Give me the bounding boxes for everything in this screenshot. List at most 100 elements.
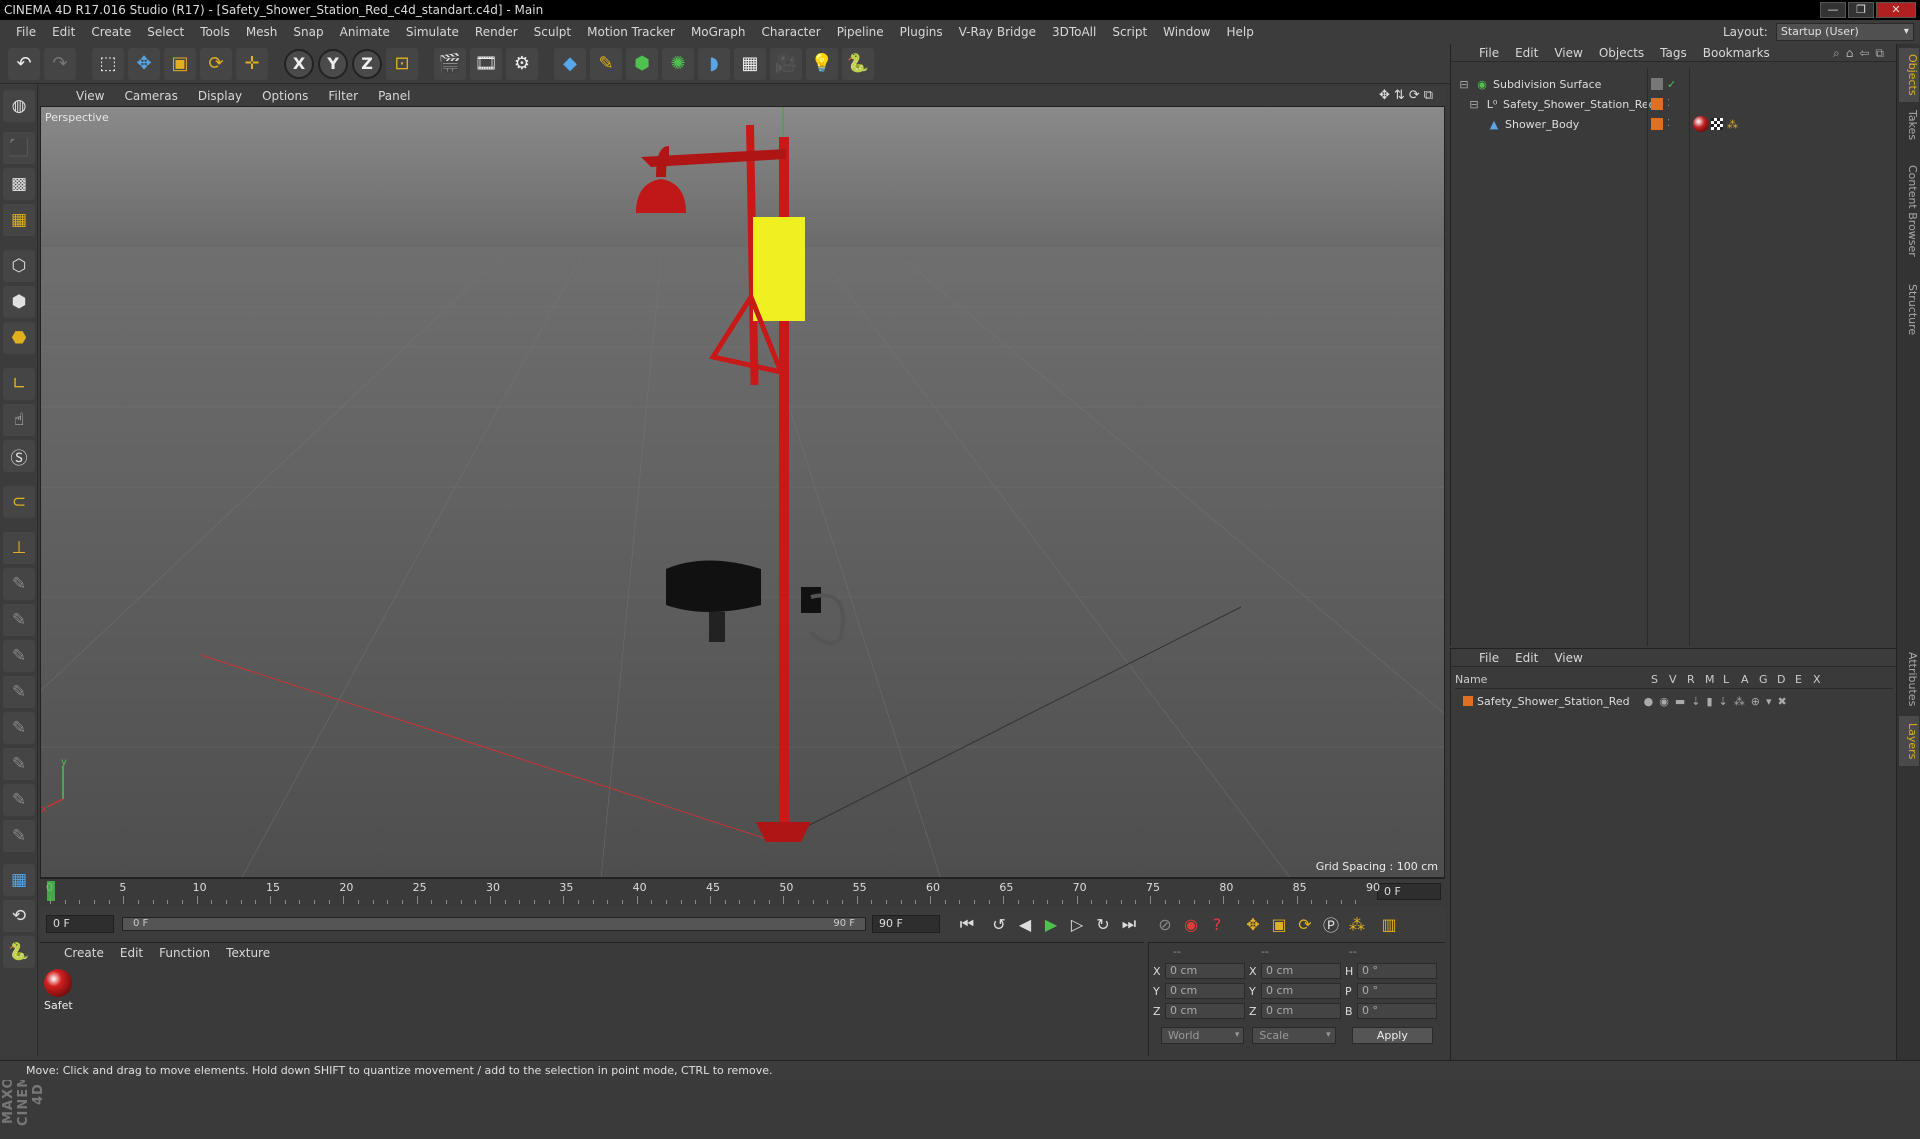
sculpt-brush-1-icon[interactable]: ✎ (3, 568, 35, 600)
size-x-field[interactable]: 0 cm (1261, 963, 1341, 979)
record-position-icon[interactable]: ✥ (1240, 911, 1266, 937)
edges-mode-icon[interactable]: ⬢ (3, 286, 35, 318)
menu-simulate[interactable]: Simulate (398, 25, 467, 39)
eyewash-bowl[interactable] (666, 560, 761, 613)
go-to-next-key-icon[interactable]: ↻ (1090, 911, 1116, 937)
sculpt-brush-2-icon[interactable]: ✎ (3, 604, 35, 636)
layers-menu-edit[interactable]: Edit (1507, 651, 1546, 665)
make-editable-icon[interactable]: ◍ (3, 90, 35, 122)
material-name[interactable]: Safet (44, 999, 73, 1012)
transform-tool-icon[interactable]: ✛ (236, 47, 268, 80)
menu-help[interactable]: Help (1218, 25, 1261, 39)
layer-header-deformers[interactable]: D (1777, 673, 1795, 688)
record-point-level-icon[interactable]: ⁂ (1344, 911, 1370, 937)
live-selection-icon[interactable]: ⬚ (92, 47, 124, 80)
object-row-safety-shower-station-red[interactable]: ⊟ L⁰ Safety_Shower_Station_Red (1467, 94, 1655, 114)
phong-tag-icon[interactable]: ⁂ (1727, 118, 1739, 131)
autokeying-icon[interactable]: ◉ (1178, 911, 1204, 937)
layer-toggle-icons[interactable]: ●◉▬⇣▮⇣⁂⊕▾✖ (1644, 695, 1793, 708)
menu-animate[interactable]: Animate (332, 25, 398, 39)
polygons-mode-icon[interactable]: ⬣ (3, 322, 35, 354)
menu-plugins[interactable]: Plugins (892, 25, 951, 39)
enabled-check-icon[interactable]: ✓ (1667, 78, 1679, 91)
layers-menu-view[interactable]: View (1546, 651, 1590, 665)
python-script-icon[interactable]: 🐍 (3, 936, 35, 968)
go-to-next-frame-icon[interactable]: ▷ (1064, 911, 1090, 937)
object-manager-search-icons[interactable]: ⌕⌂⇦⧉ (1833, 46, 1890, 61)
menu-vray-bridge[interactable]: V-Ray Bridge (951, 25, 1044, 39)
menu-mesh[interactable]: Mesh (238, 25, 286, 39)
deformer-icon[interactable]: ◗ (698, 47, 730, 80)
tab-objects[interactable]: Objects (1899, 48, 1919, 102)
go-to-previous-key-icon[interactable]: ↺ (986, 911, 1012, 937)
tab-takes[interactable]: Takes (1899, 104, 1919, 144)
menu-create[interactable]: Create (83, 25, 139, 39)
end-frame-field[interactable]: 90 F (872, 915, 940, 933)
record-rotation-icon[interactable]: ⟳ (1292, 911, 1318, 937)
tab-structure[interactable]: Structure (1899, 278, 1919, 338)
python-icon[interactable]: 🐍 (842, 47, 874, 80)
rotate-tool-icon[interactable]: ⟳ (200, 47, 232, 80)
nurbs-generator-icon[interactable]: ⬢ (626, 47, 658, 80)
pen-spline-icon[interactable]: ✎ (590, 47, 622, 80)
objects-menu-edit[interactable]: Edit (1507, 46, 1546, 60)
uv-transform-icon[interactable]: ⟲ (3, 900, 35, 932)
uvw-tag-icon[interactable] (1711, 118, 1723, 130)
go-to-start-icon[interactable]: ⏮ (954, 911, 980, 937)
keyframe-selection-icon[interactable]: ? (1204, 911, 1230, 937)
timeline-ruler[interactable]: 0 F 051015202530354045505560657075808590 (40, 878, 1445, 904)
menu-tools[interactable]: Tools (192, 25, 238, 39)
coordinate-mode-select[interactable]: World (1161, 1027, 1245, 1044)
x-axis-lock-icon[interactable]: X (284, 48, 314, 79)
safety-sign[interactable] (753, 217, 805, 321)
layer-header-locked[interactable]: L (1723, 673, 1741, 688)
menu-file[interactable]: File (8, 25, 44, 39)
record-parameter-icon[interactable]: Ⓟ (1318, 911, 1344, 937)
snapping-icon[interactable]: ⊂ (3, 486, 35, 518)
layer-color-swatch[interactable] (1651, 118, 1663, 130)
material-preview[interactable] (44, 969, 72, 997)
layer-header-animation[interactable]: A (1741, 673, 1759, 688)
tweak-mode-icon[interactable]: ☝ (3, 404, 35, 436)
current-frame-field[interactable]: 0 F (1377, 883, 1441, 900)
menu-window[interactable]: Window (1155, 25, 1218, 39)
menu-mograph[interactable]: MoGraph (683, 25, 754, 39)
y-axis-lock-icon[interactable]: Y (318, 48, 348, 79)
redo-icon[interactable]: ↷ (44, 47, 76, 80)
objects-menu-file[interactable]: File (1471, 46, 1507, 60)
objects-menu-view[interactable]: View (1546, 46, 1590, 60)
camera-icon[interactable]: 🎥 (770, 47, 802, 80)
workplane-icon[interactable]: ▦ (3, 204, 35, 236)
position-x-field[interactable]: 0 cm (1165, 963, 1245, 979)
viewport-menu-filter[interactable]: Filter (318, 89, 368, 103)
objects-menu-bookmarks[interactable]: Bookmarks (1695, 46, 1778, 60)
menu-3dtoall[interactable]: 3DToAll (1044, 25, 1104, 39)
tab-attributes[interactable]: Attributes (1899, 644, 1919, 714)
viewport-menu-options[interactable]: Options (252, 89, 318, 103)
visibility-dots-icon[interactable]: ⁚ (1667, 98, 1679, 110)
array-cloner-icon[interactable]: ✺ (662, 47, 694, 80)
objects-menu-tags[interactable]: Tags (1652, 46, 1695, 60)
material-menu-texture[interactable]: Texture (218, 946, 278, 960)
menu-snap[interactable]: Snap (285, 25, 331, 39)
rotation-p-field[interactable]: 0 ° (1357, 983, 1437, 999)
undo-icon[interactable]: ↶ (8, 47, 40, 80)
record-scale-icon[interactable]: ▣ (1266, 911, 1292, 937)
viewport-menu-cameras[interactable]: Cameras (114, 89, 187, 103)
layer-header-view[interactable]: V (1669, 673, 1687, 688)
menu-sculpt[interactable]: Sculpt (526, 25, 579, 39)
apply-button[interactable]: Apply (1351, 1027, 1433, 1044)
tab-layers[interactable]: Layers (1899, 716, 1919, 766)
viewport-camera-label[interactable]: Perspective (45, 111, 109, 124)
layer-header-render[interactable]: R (1687, 673, 1705, 688)
sculpt-brush-8-icon[interactable]: ✎ (3, 820, 35, 852)
cube-primitive-icon[interactable]: ◆ (554, 47, 586, 80)
go-to-end-icon[interactable]: ⏭ (1116, 911, 1142, 937)
layers-menu-file[interactable]: File (1471, 651, 1507, 665)
viewport-menu-display[interactable]: Display (188, 89, 252, 103)
menu-select[interactable]: Select (139, 25, 192, 39)
playhead[interactable] (47, 881, 55, 901)
edit-render-settings-icon[interactable]: ⚙ (506, 47, 538, 80)
size-mode-select[interactable]: Scale (1252, 1027, 1336, 1044)
material-menu-function[interactable]: Function (151, 946, 218, 960)
